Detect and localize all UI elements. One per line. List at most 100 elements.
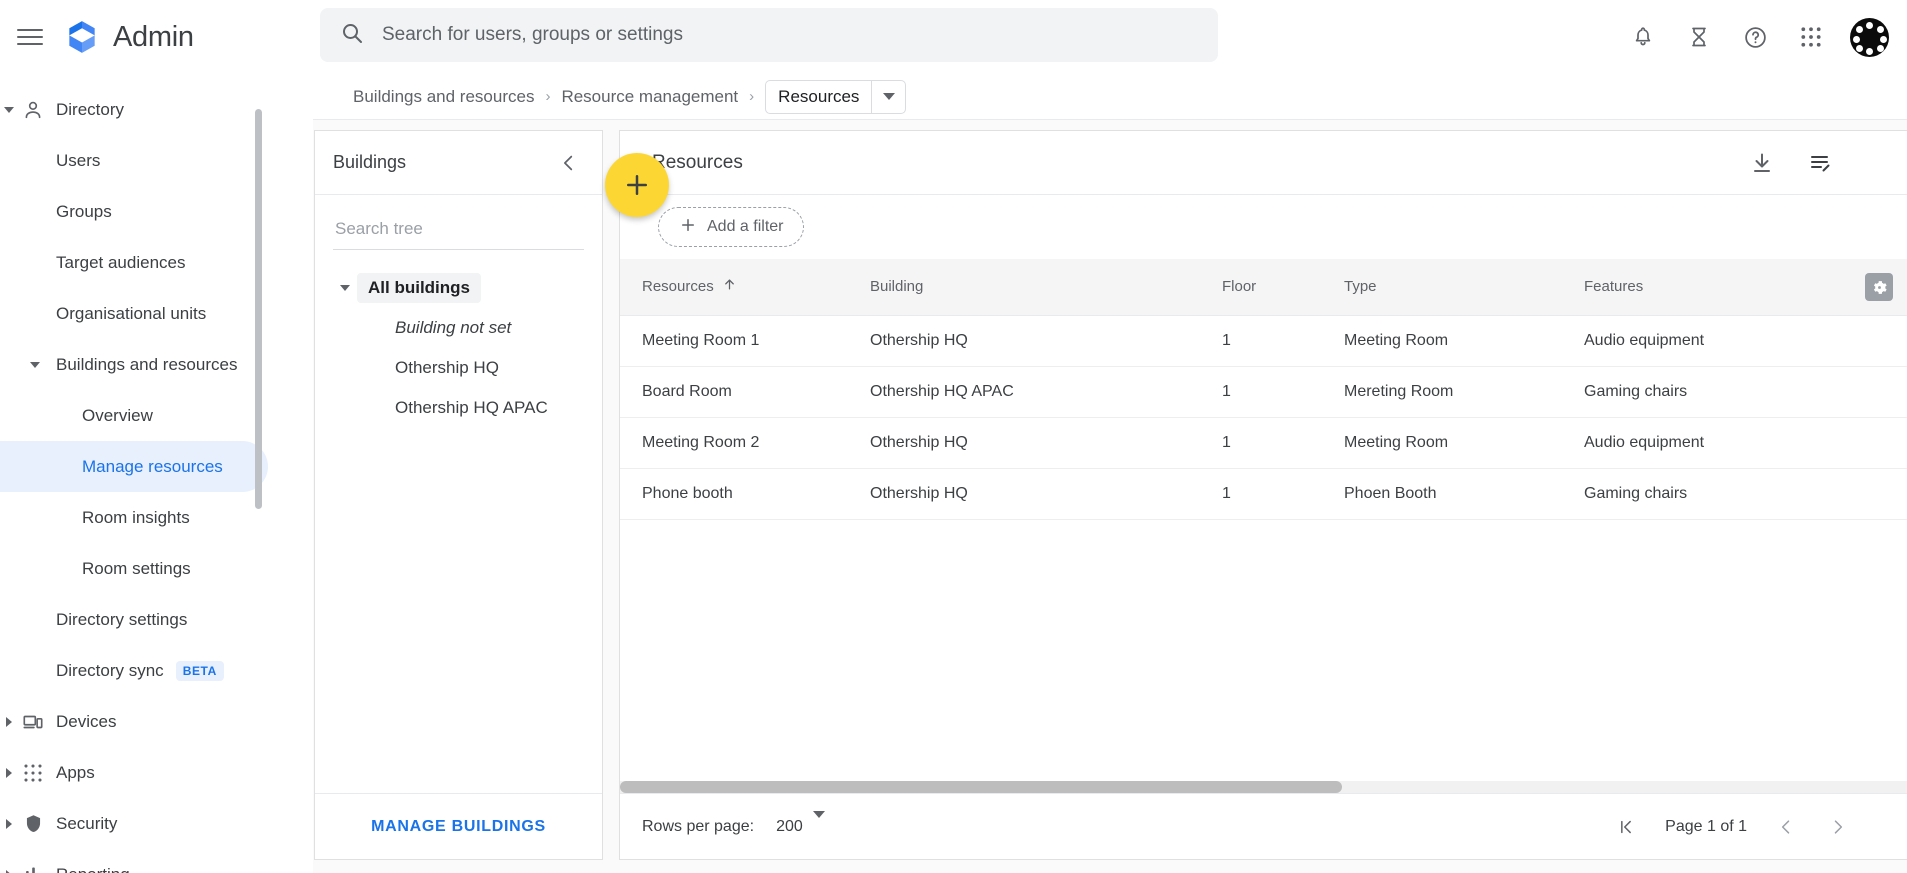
tree-expand-toggle-icon[interactable] — [333, 285, 357, 291]
buildings-panel-header: Buildings — [315, 131, 602, 195]
column-header-building[interactable]: Building — [848, 259, 1200, 316]
chevron-right-icon[interactable] — [0, 767, 18, 778]
edit-list-icon[interactable] — [1805, 148, 1835, 178]
tree-node-label: Othership HQ — [395, 358, 499, 377]
breadcrumb-item-buildings-and-resources[interactable]: Buildings and resources — [353, 87, 534, 107]
sidebar-item-security[interactable]: Security — [0, 798, 313, 849]
sidebar-item-label: Room settings — [82, 558, 191, 578]
sidebar-item-target-audiences[interactable]: Target audiences — [0, 237, 313, 288]
sidebar-item-label: Reporting — [56, 865, 130, 873]
cell-floor: 1 — [1200, 417, 1322, 469]
cell-features: Gaming chairs — [1562, 468, 1907, 520]
sidebar-item-organisational-units[interactable]: Organisational units — [0, 288, 313, 339]
column-header-resources[interactable]: Resources — [620, 259, 848, 316]
column-header-floor[interactable]: Floor — [1200, 259, 1322, 316]
chevron-right-icon[interactable] — [0, 869, 18, 873]
user-avatar[interactable] — [1850, 17, 1889, 57]
breadcrumb-current-dropdown[interactable]: Resources — [765, 79, 907, 114]
sidebar-nav: Directory Users Groups Target audiences Orga… — [0, 74, 313, 873]
brand-logo[interactable]: Admin — [63, 18, 194, 56]
sidebar-item-label: Directory sync — [56, 660, 164, 680]
previous-page-icon[interactable] — [1773, 814, 1799, 840]
tree-node-othership-hq-apac[interactable]: Othership HQ APAC — [333, 388, 584, 428]
sidebar-item-room-insights[interactable]: Room insights — [0, 492, 313, 543]
sidebar-item-users[interactable]: Users — [0, 135, 313, 186]
add-resource-fab[interactable] — [605, 153, 669, 217]
sidebar-item-buildings-and-resources[interactable]: Buildings and resources — [0, 339, 313, 390]
resources-table-container: Resources Building Floor Type Features Meeti… — [620, 259, 1907, 793]
next-page-icon[interactable] — [1825, 814, 1851, 840]
sidebar-item-reporting[interactable]: Reporting — [0, 849, 313, 873]
table-header-row: Resources Building Floor Type Features — [620, 259, 1907, 316]
notifications-bell-icon[interactable] — [1626, 20, 1660, 54]
sidebar-item-directory-settings[interactable]: Directory settings — [0, 594, 313, 645]
column-header-label: Resources — [642, 278, 714, 296]
buildings-panel: Buildings All buildings Building not set… — [314, 130, 603, 860]
cell-type: Mereting Room — [1322, 366, 1562, 418]
chevron-down-icon[interactable] — [26, 361, 44, 368]
sidebar-item-directory[interactable]: Directory — [0, 84, 313, 135]
breadcrumb-item-resource-management[interactable]: Resource management — [561, 87, 738, 107]
breadcrumb-separator: › — [749, 88, 755, 105]
table-row[interactable]: Meeting Room 2 Othership HQ 1 Meeting Room A… — [620, 417, 1907, 469]
download-icon[interactable] — [1747, 148, 1777, 178]
plus-icon — [679, 216, 697, 239]
add-a-filter-chip[interactable]: Add a filter — [658, 207, 805, 247]
global-search-bar[interactable]: Search for users, groups or settings — [320, 8, 1218, 62]
chevron-down-icon — [812, 810, 825, 836]
horizontal-scrollbar-thumb[interactable] — [620, 781, 1342, 793]
chevron-down-icon[interactable] — [871, 80, 905, 113]
chevron-right-icon[interactable] — [0, 818, 18, 829]
sidebar-item-label: Directory settings — [56, 609, 188, 629]
search-input[interactable]: Search for users, groups or settings — [382, 24, 683, 46]
sidebar-scrollbar[interactable] — [255, 109, 262, 509]
sidebar-item-label: Buildings and resources — [56, 354, 238, 374]
column-header-label: Floor — [1222, 278, 1257, 296]
sidebar-item-room-settings[interactable]: Room settings — [0, 543, 313, 594]
breadcrumb-separator: › — [545, 88, 551, 105]
apps-grid-icon[interactable] — [1794, 20, 1828, 54]
tree-node-building-not-set[interactable]: Building not set — [333, 308, 584, 348]
chevron-down-icon[interactable] — [0, 106, 18, 113]
table-row[interactable]: Phone booth Othership HQ 1 Phoen Booth Gamin… — [620, 468, 1907, 520]
rows-per-page-select[interactable]: 200 — [776, 810, 825, 836]
help-circle-icon[interactable] — [1738, 20, 1772, 54]
devices-icon — [20, 711, 46, 733]
first-page-icon[interactable] — [1613, 814, 1639, 840]
sidebar-item-groups[interactable]: Groups — [0, 186, 313, 237]
apps-grid-icon — [20, 763, 46, 783]
tree-node-label: Building not set — [395, 318, 512, 337]
manage-buildings-button[interactable]: MANAGE BUILDINGS — [371, 818, 546, 836]
table-row[interactable]: Board Room Othership HQ APAC 1 Mereting Roo… — [620, 366, 1907, 418]
sidebar-item-devices[interactable]: Devices — [0, 696, 313, 747]
sidebar-item-apps[interactable]: Apps — [0, 747, 313, 798]
sidebar-item-label: Manage resources — [82, 456, 223, 476]
rows-per-page-value: 200 — [776, 817, 803, 835]
admin-console-page: Admin Search for users, groups or settin… — [0, 0, 1907, 873]
tree-node-othership-hq[interactable]: Othership HQ — [333, 348, 584, 388]
column-header-label: Type — [1344, 278, 1377, 296]
sidebar-item-directory-sync[interactable]: Directory sync BETA — [0, 645, 313, 696]
cell-features: Gaming chairs — [1562, 366, 1907, 418]
column-header-type[interactable]: Type — [1322, 259, 1562, 316]
chevron-left-icon[interactable] — [554, 148, 584, 178]
horizontal-scrollbar[interactable] — [620, 781, 1907, 793]
rows-per-page-label: Rows per page: — [642, 817, 755, 835]
sidebar-item-manage-resources[interactable]: Manage resources — [0, 441, 268, 492]
table-row[interactable]: Meeting Room 1 Othership HQ 1 Meeting Room A… — [620, 315, 1907, 367]
chevron-right-icon[interactable] — [0, 716, 18, 727]
sidebar-item-overview[interactable]: Overview — [0, 390, 313, 441]
buildings-panel-body: All buildings Building not set Othership … — [315, 195, 602, 793]
settings-gear-icon[interactable] — [1865, 273, 1893, 301]
tree-search-input[interactable] — [333, 213, 584, 250]
cell-type: Meeting Room — [1322, 315, 1562, 367]
top-bar-icons — [1626, 0, 1889, 74]
tree-node-label: All buildings — [357, 273, 481, 303]
tree-node-all-buildings[interactable]: All buildings — [333, 268, 584, 308]
sidebar-item-label: Users — [56, 150, 101, 170]
hourglass-icon[interactable] — [1682, 20, 1716, 54]
column-header-features[interactable]: Features — [1562, 259, 1907, 316]
page-indicator: Page 1 of 1 — [1665, 817, 1747, 835]
resources-table: Resources Building Floor Type Features Meeti… — [620, 259, 1907, 520]
hamburger-menu-icon[interactable] — [17, 22, 47, 52]
